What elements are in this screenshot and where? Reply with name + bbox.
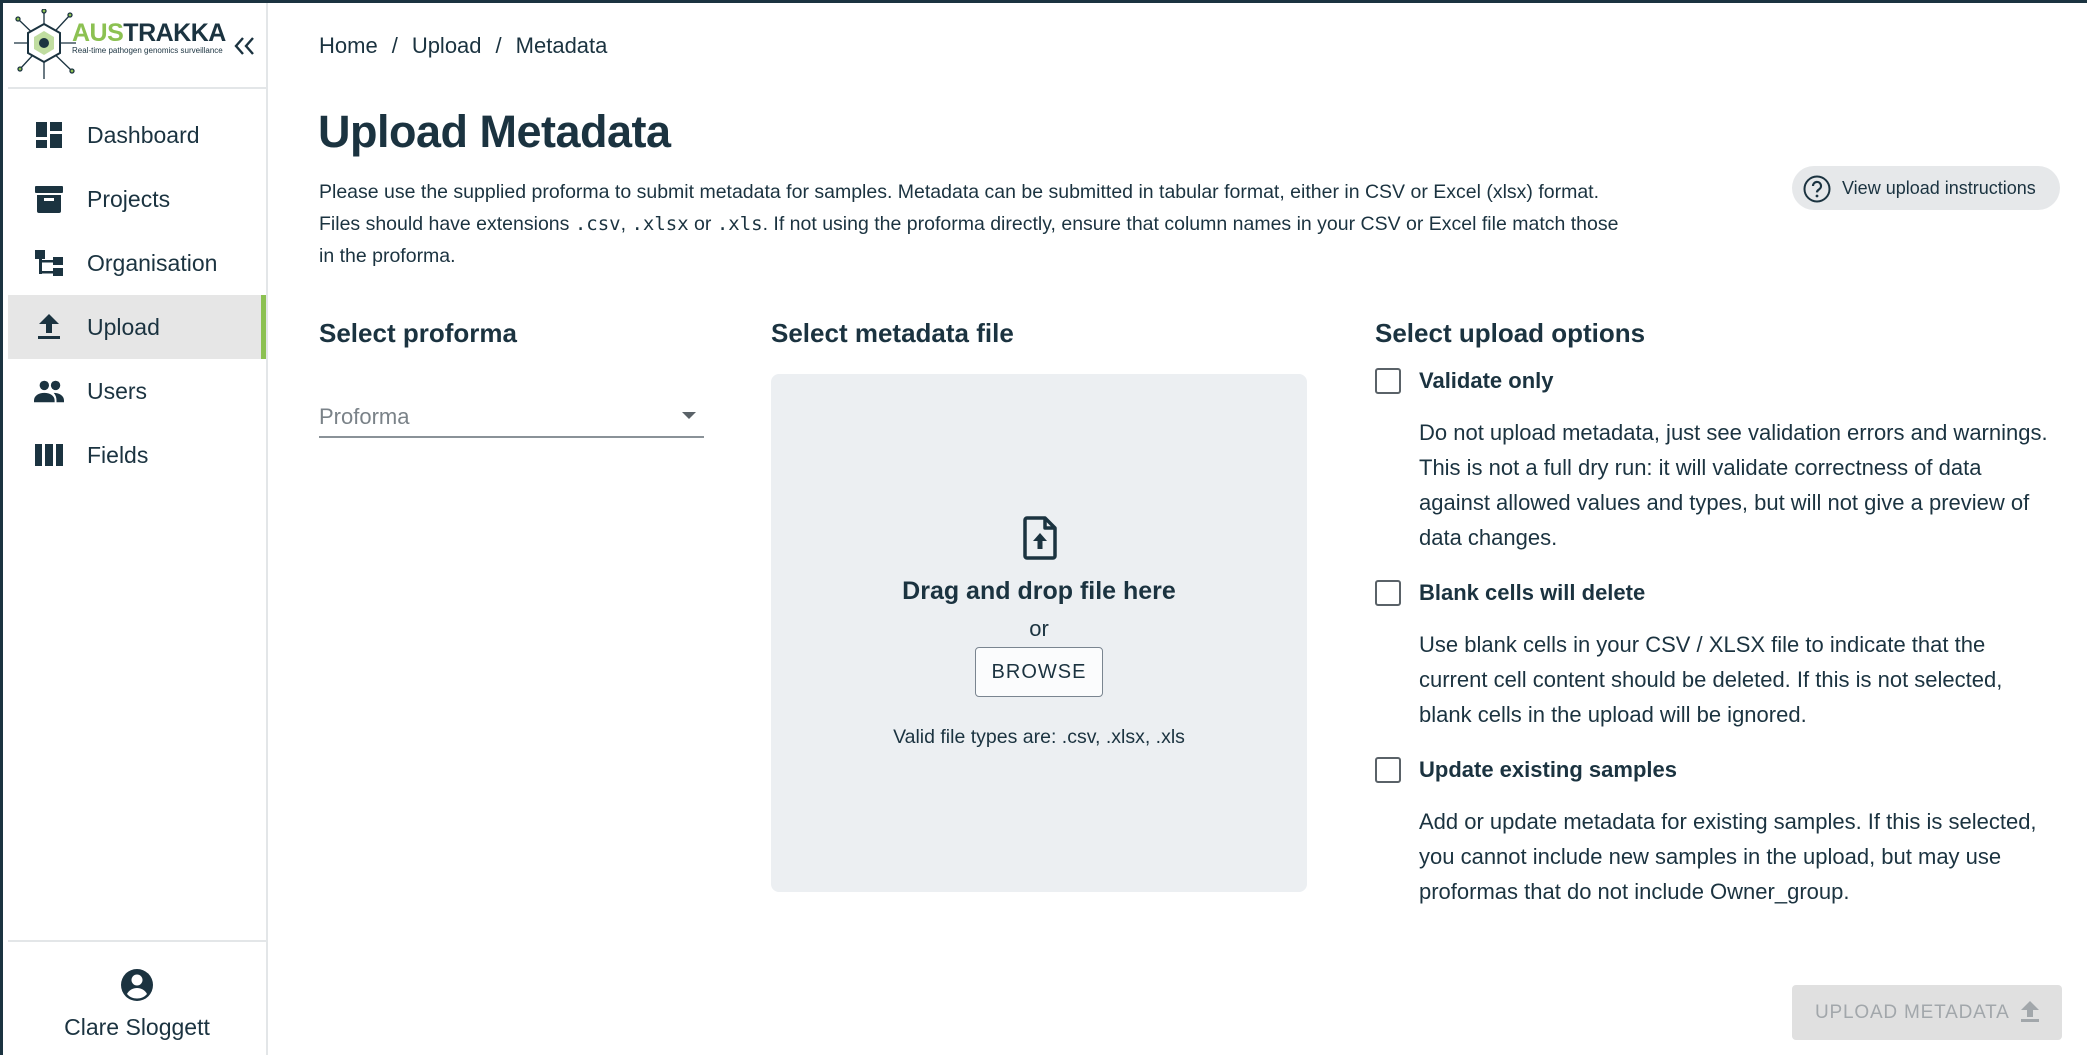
collapse-sidebar-button[interactable] — [228, 31, 260, 61]
breadcrumb-home[interactable]: Home — [319, 33, 378, 59]
sidebar-item-dashboard[interactable]: Dashboard — [8, 103, 266, 167]
page-title: Upload Metadata — [318, 106, 671, 157]
double-chevron-left-icon — [234, 37, 254, 55]
dropdown-arrow-icon — [682, 412, 696, 419]
file-dropzone[interactable]: Drag and drop file here or BROWSE Valid … — [771, 374, 1307, 892]
sidebar-item-upload[interactable]: Upload — [8, 295, 266, 359]
browse-button[interactable]: BROWSE — [975, 647, 1103, 697]
instructions-label: View upload instructions — [1842, 178, 2036, 198]
proforma-select[interactable]: Proforma — [319, 392, 704, 438]
blank-cells-delete-description: Use blank cells in your CSV / XLSX file … — [1419, 632, 2003, 727]
user-name: Clare Sloggett — [64, 1014, 210, 1040]
update-existing-samples-description: Add or update metadata for existing samp… — [1419, 809, 2037, 904]
sidebar-item-label: Projects — [87, 185, 171, 212]
upload-metadata-button[interactable]: UPLOAD METADATA — [1792, 985, 2062, 1040]
validate-only-label[interactable]: Validate only — [1419, 368, 1554, 394]
sidebar-item-fields[interactable]: Fields — [8, 423, 266, 487]
file-upload-icon — [1023, 516, 1057, 560]
sidebar-item-label: Fields — [87, 441, 149, 468]
brand-title: AUSTRAKKA — [72, 19, 226, 47]
or-text: or — [1029, 616, 1049, 641]
blank-cells-delete-label[interactable]: Blank cells will delete — [1419, 580, 1645, 606]
update-existing-samples-checkbox[interactable] — [1375, 757, 1401, 783]
sidebar-item-label: Upload — [87, 313, 160, 340]
intro-text: Please use the supplied proforma to subm… — [319, 176, 1639, 272]
breadcrumb-separator: / — [391, 33, 398, 58]
extension-code: .xls — [716, 213, 763, 235]
breadcrumb-separator: / — [495, 33, 502, 58]
select-file-heading: Select metadata file — [771, 318, 1014, 348]
sidebar-nav: Dashboard Projects Organisation Upload U… — [8, 103, 266, 487]
drag-drop-text: Drag and drop file here — [902, 577, 1176, 605]
account-tree-icon — [34, 248, 64, 278]
archive-box-icon — [34, 184, 64, 214]
validate-only-checkbox[interactable] — [1375, 368, 1401, 394]
view-upload-instructions-button[interactable]: View upload instructions — [1792, 166, 2060, 210]
people-icon — [34, 376, 64, 406]
sidebar-item-label: Users — [87, 377, 148, 404]
valid-file-types-text: Valid file types are: .csv, .xlsx, .xls — [893, 726, 1185, 748]
update-existing-samples-label[interactable]: Update existing samples — [1419, 757, 1677, 783]
breadcrumb-metadata: Metadata — [515, 33, 608, 58]
brand-tagline: Real-time pathogen genomics surveillance — [72, 46, 223, 55]
proforma-placeholder: Proforma — [319, 404, 410, 429]
sidebar-item-label: Dashboard — [87, 121, 200, 148]
sidebar-item-label: Organisation — [87, 249, 218, 276]
user-profile-button[interactable]: Clare Sloggett — [8, 940, 266, 1055]
logo-row: AUSTRAKKA Real-time pathogen genomics su… — [8, 3, 266, 89]
account-circle-icon — [121, 969, 153, 1001]
validate-only-description: Do not upload metadata, just see validat… — [1419, 420, 2048, 550]
upload-icon — [34, 312, 64, 342]
upload-icon — [2021, 1001, 2039, 1022]
sidebar-item-organisation[interactable]: Organisation — [8, 231, 266, 295]
extension-code: .csv — [574, 213, 621, 235]
help-circle-icon — [1803, 175, 1831, 203]
sidebar-item-users[interactable]: Users — [8, 359, 266, 423]
upload-options-heading: Select upload options — [1375, 318, 1646, 348]
sidebar: AUSTRAKKA Real-time pathogen genomics su… — [8, 3, 268, 1055]
select-proforma-heading: Select proforma — [319, 318, 517, 348]
upload-metadata-label: UPLOAD METADATA — [1815, 1002, 2010, 1023]
intro-text-part: , — [620, 213, 632, 235]
sidebar-item-projects[interactable]: Projects — [8, 167, 266, 231]
extension-code: .xlsx — [631, 213, 689, 235]
view-columns-icon — [34, 440, 64, 470]
dashboard-icon — [34, 120, 64, 150]
breadcrumb: Home / Upload / Metadata — [319, 33, 607, 59]
intro-text-part: or — [688, 213, 717, 235]
blank-cells-delete-checkbox[interactable] — [1375, 580, 1401, 606]
breadcrumb-upload[interactable]: Upload — [412, 33, 482, 59]
